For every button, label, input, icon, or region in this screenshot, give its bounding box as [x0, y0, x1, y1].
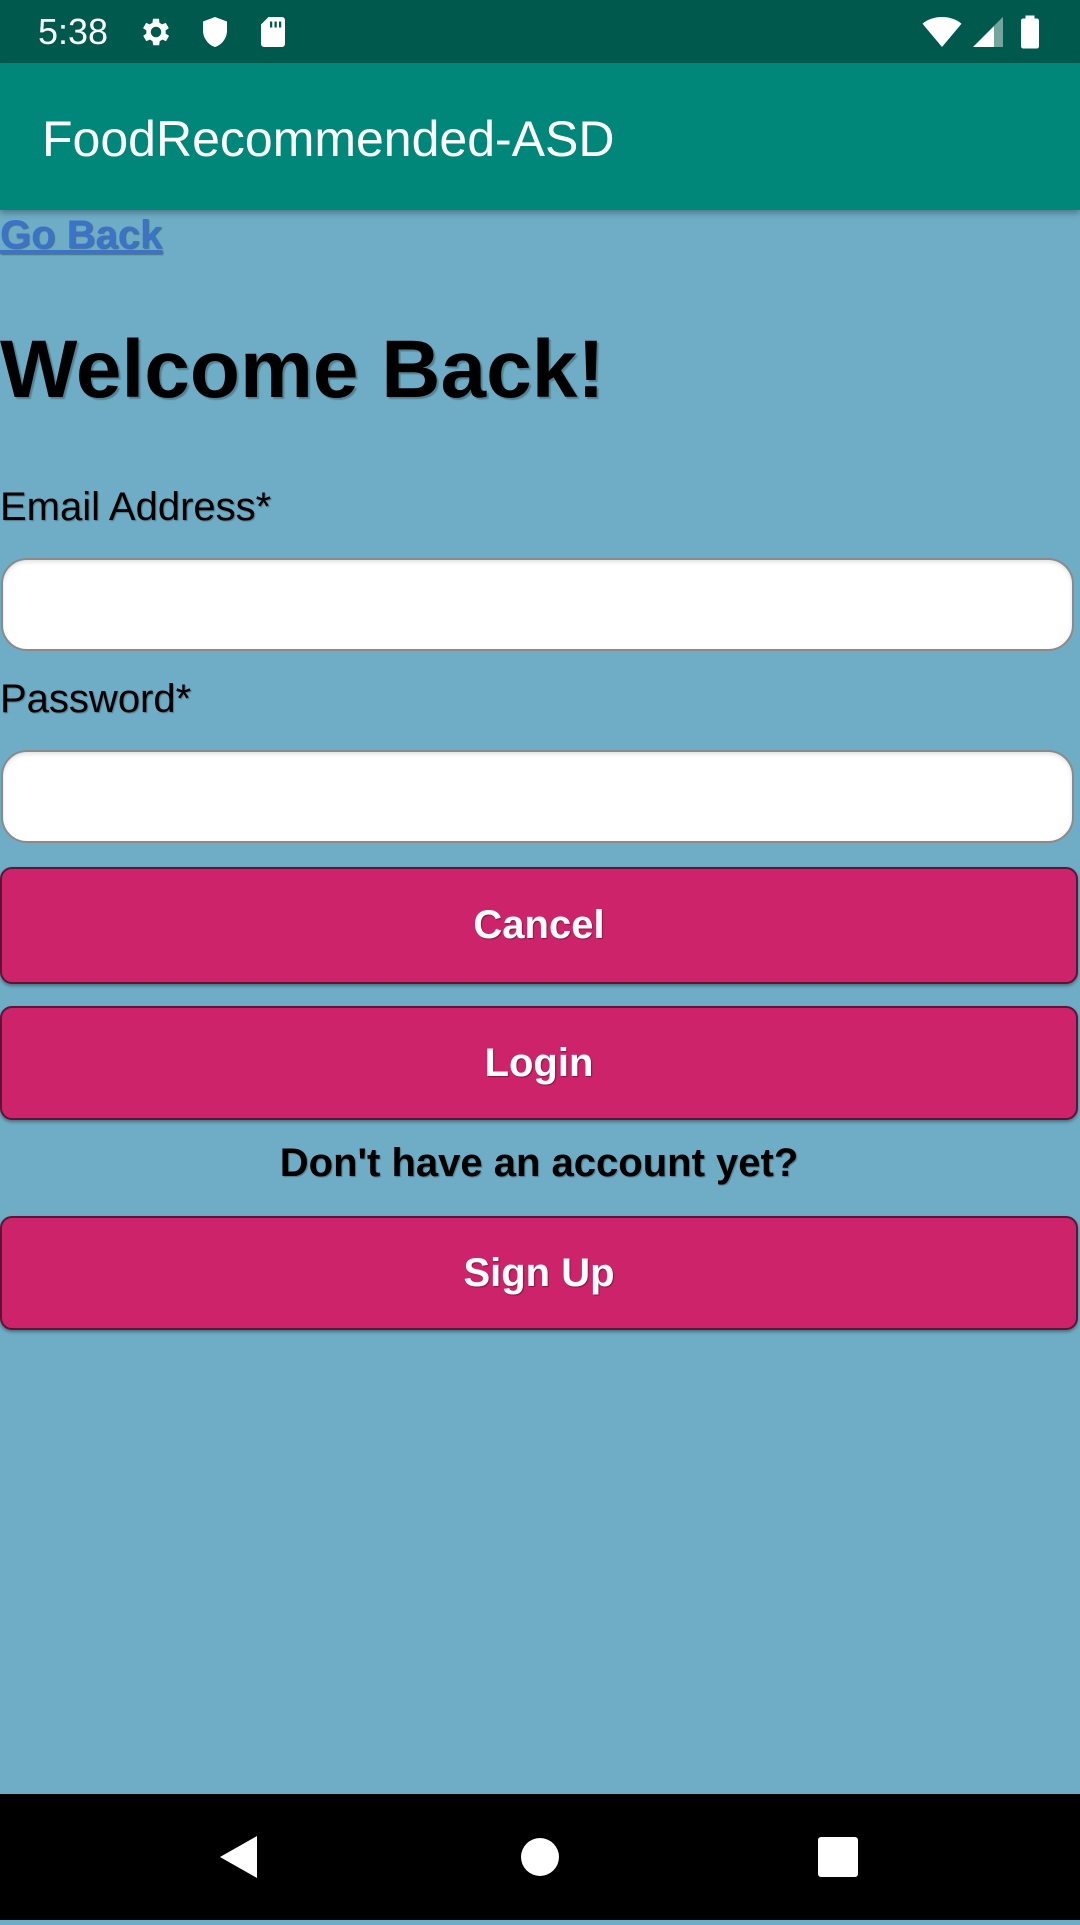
home-icon[interactable] — [477, 1794, 603, 1920]
password-label: Password* — [0, 677, 192, 721]
email-field[interactable] — [1, 558, 1074, 651]
page-title: Welcome Back! — [0, 324, 605, 415]
back-icon[interactable] — [175, 1794, 301, 1920]
email-label: Email Address* — [0, 485, 272, 529]
shield-icon — [197, 14, 233, 50]
account-prompt: Don't have an account yet? — [279, 1141, 799, 1185]
gear-icon — [138, 14, 174, 50]
signal-icon — [970, 14, 1006, 50]
app-bar: FoodRecommended-ASD — [0, 63, 1080, 210]
status-bar: 5:38 — [0, 0, 1080, 63]
sd-card-icon — [255, 14, 291, 50]
password-field[interactable] — [1, 750, 1074, 843]
app-title: FoodRecommended-ASD — [42, 111, 615, 167]
wifi-icon — [920, 14, 964, 50]
go-back-link[interactable]: Go Back — [0, 212, 162, 258]
navigation-bar — [0, 1794, 1080, 1920]
status-time: 5:38 — [38, 11, 109, 52]
sign-up-button[interactable]: Sign Up — [0, 1216, 1078, 1330]
battery-icon — [1015, 14, 1045, 50]
recents-icon[interactable] — [775, 1794, 901, 1920]
cancel-button[interactable]: Cancel — [0, 867, 1078, 984]
login-button[interactable]: Login — [0, 1006, 1078, 1120]
